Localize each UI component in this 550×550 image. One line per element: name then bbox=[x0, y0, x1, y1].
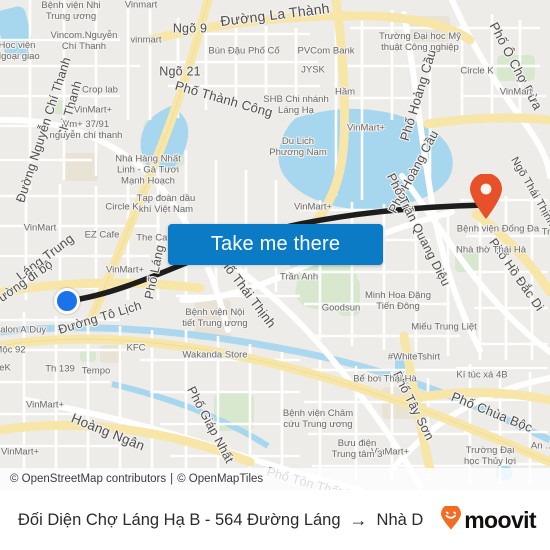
moovit-map-screen: Đường La Thành Ngõ 9 Ngõ 21 Phố Thành Công Đ… bbox=[0, 0, 550, 550]
route-summary: Đối Diện Chợ Láng Hạ B - 564 Đường Láng … bbox=[18, 511, 440, 530]
moovit-pin-icon bbox=[440, 503, 462, 535]
destination-marker[interactable] bbox=[469, 173, 503, 220]
arrow-right-icon: → bbox=[349, 510, 368, 530]
route-footer-bar: Đối Diện Chợ Láng Hạ B - 564 Đường Láng … bbox=[0, 490, 550, 550]
route-origin-label: Đối Diện Chợ Láng Hạ B - 564 Đường Láng bbox=[18, 510, 341, 529]
moovit-logo[interactable]: moovit bbox=[440, 503, 537, 535]
osm-attribution[interactable]: © OpenStreetMap contributors bbox=[10, 473, 166, 485]
origin-marker[interactable] bbox=[54, 288, 80, 314]
take-me-there-button[interactable]: Take me there bbox=[168, 224, 383, 265]
map-canvas[interactable]: Đường La Thành Ngõ 9 Ngõ 21 Phố Thành Công Đ… bbox=[0, 0, 550, 490]
attribution-separator: | bbox=[170, 473, 174, 485]
moovit-wordmark: moovit bbox=[464, 506, 536, 533]
route-destination-label: Nhà D bbox=[376, 510, 424, 529]
map-attribution: © OpenStreetMap contributors | © OpenMap… bbox=[0, 468, 550, 490]
openmaptiles-attribution[interactable]: © OpenMapTiles bbox=[177, 473, 263, 485]
